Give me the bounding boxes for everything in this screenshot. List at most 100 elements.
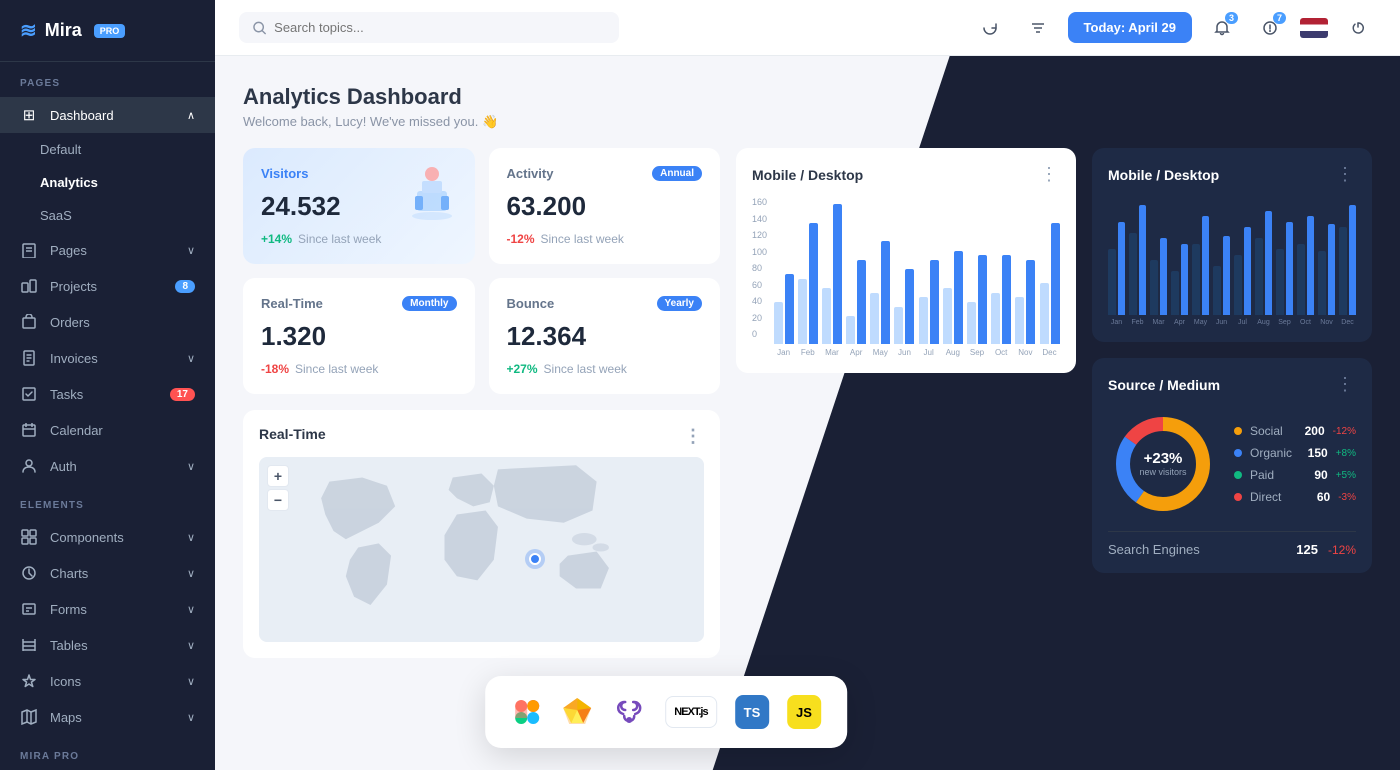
- chart-more-button[interactable]: ⋮: [1040, 164, 1060, 185]
- x-label-jun: Jun: [894, 348, 915, 357]
- sidebar-item-tasks[interactable]: Tasks 17: [0, 376, 215, 412]
- donut-percentage: +23%: [1139, 450, 1186, 467]
- sidebar-item-orders[interactable]: Orders: [0, 304, 215, 340]
- pages-section-label: PAGES: [0, 62, 215, 97]
- pro-badge: PRO: [94, 24, 126, 38]
- logo-icon: ≋: [20, 18, 37, 43]
- chevron-icons: ∨: [187, 675, 195, 688]
- se-label: Search Engines: [1108, 542, 1200, 557]
- map-more-button[interactable]: ⋮: [684, 426, 704, 447]
- sidebar-item-analytics[interactable]: Analytics: [0, 166, 215, 199]
- orders-icon: [20, 313, 38, 331]
- sidebar-item-icons[interactable]: Icons ∨: [0, 663, 215, 699]
- stat-card-bounce: Bounce Yearly 12.364 +27% Since last wee…: [489, 278, 721, 394]
- source-legend: Social 200 -12% Organic 150 +8%: [1234, 424, 1356, 504]
- sidebar-item-default[interactable]: Default: [0, 133, 215, 166]
- redux-logo: [611, 694, 647, 730]
- x-label-mar: Mar: [821, 348, 842, 357]
- components-icon: [20, 528, 38, 546]
- dark-right-panel: Mobile / Desktop ⋮: [1092, 148, 1372, 658]
- date-button[interactable]: Today: April 29: [1068, 12, 1192, 43]
- stat-card-visitors: Visitors 24.532 +14% Since last week: [243, 148, 475, 264]
- visitors-illustration: [397, 156, 467, 231]
- legend-label-organic: Organic: [1250, 446, 1292, 460]
- sidebar-item-maps[interactable]: Maps ∨: [0, 699, 215, 735]
- components-label: Components: [50, 530, 124, 545]
- sidebar-item-forms[interactable]: Forms ∨: [0, 591, 215, 627]
- tables-label: Tables: [50, 638, 88, 653]
- chevron-tables: ∨: [187, 639, 195, 652]
- page-subtitle: Welcome back, Lucy! We've missed you. 👋: [243, 114, 498, 130]
- bounce-change-label: Since last week: [544, 362, 627, 376]
- notifications-button[interactable]: 3: [1204, 10, 1240, 46]
- filter-button[interactable]: [1020, 10, 1056, 46]
- analytics-label: Analytics: [40, 175, 98, 190]
- page-header-left: Analytics Dashboard Welcome back, Lucy! …: [243, 84, 498, 130]
- forms-icon: [20, 600, 38, 618]
- refresh-button[interactable]: [972, 10, 1008, 46]
- bar-jan-desktop: [785, 274, 794, 344]
- realtime-label: Real-Time: [261, 296, 323, 311]
- bounce-badge: Yearly: [657, 296, 702, 311]
- sidebar-item-charts[interactable]: Charts ∨: [0, 555, 215, 591]
- dashboard-icon: ⊞: [20, 106, 38, 124]
- search-input[interactable]: [274, 20, 605, 35]
- pages-nav-label: Pages: [50, 243, 87, 258]
- donut-chart: +23% new visitors: [1108, 409, 1218, 519]
- sidebar-item-auth[interactable]: Auth ∨: [0, 448, 215, 484]
- map-zoom-in[interactable]: +: [267, 465, 289, 487]
- legend-label-social: Social: [1250, 424, 1283, 438]
- sidebar-item-pages[interactable]: Pages ∨: [0, 232, 215, 268]
- language-flag[interactable]: [1300, 18, 1328, 38]
- dark-chart-more[interactable]: ⋮: [1336, 164, 1356, 185]
- search-box[interactable]: [239, 12, 619, 43]
- sidebar-item-components[interactable]: Components ∨: [0, 519, 215, 555]
- map-zoom-out[interactable]: −: [267, 489, 289, 511]
- orders-label: Orders: [50, 315, 90, 330]
- sidebar-item-projects[interactable]: Projects 8: [0, 268, 215, 304]
- dark-bars: [1108, 195, 1356, 315]
- sidebar-item-calendar[interactable]: Calendar: [0, 412, 215, 448]
- map-title: Real-Time: [259, 426, 326, 447]
- sidebar-item-invoices[interactable]: Invoices ∨: [0, 340, 215, 376]
- legend-label-direct: Direct: [1250, 490, 1281, 504]
- sidebar-item-tables[interactable]: Tables ∨: [0, 627, 215, 663]
- pages-icon: [20, 241, 38, 259]
- y-label-0: 0: [752, 329, 767, 339]
- x-label-nov: Nov: [1015, 348, 1036, 357]
- activity-change-label: Since last week: [541, 232, 624, 246]
- bounce-label: Bounce: [507, 296, 555, 311]
- alerts-button[interactable]: 7: [1252, 10, 1288, 46]
- activity-badge: Annual: [652, 166, 702, 181]
- se-change: -12%: [1328, 543, 1356, 557]
- main-area: Today: April 29 3 7: [215, 0, 1400, 770]
- sidebar-item-dashboard[interactable]: ⊞ Dashboard ∧: [0, 97, 215, 133]
- maps-label: Maps: [50, 710, 82, 725]
- map-dot: [529, 553, 541, 565]
- legend-dot-paid: [1234, 471, 1242, 479]
- bar-jan-mobile: [774, 302, 783, 344]
- tables-icon: [20, 636, 38, 654]
- chevron-charts: ∨: [187, 567, 195, 580]
- world-map-svg: [259, 457, 704, 642]
- donut-subtitle: new visitors: [1139, 467, 1186, 478]
- bar-chart-bars: [773, 197, 1060, 344]
- mobile-desktop-chart: Mobile / Desktop ⋮ 160 140 120 100 80: [736, 148, 1076, 373]
- activity-value: 63.200: [507, 191, 703, 222]
- power-button[interactable]: [1340, 10, 1376, 46]
- auth-icon: [20, 457, 38, 475]
- chart-title: Mobile / Desktop: [752, 167, 863, 183]
- notifications-badge: 3: [1225, 12, 1238, 24]
- x-label-sep: Sep: [966, 348, 987, 357]
- sketch-logo: [561, 696, 593, 728]
- bar-chart-x-labels: Jan Feb Mar Apr May Jun Jul Aug Sep Oc: [773, 348, 1060, 357]
- realtime-map-section: Real-Time ⋮ + −: [243, 410, 720, 658]
- x-label-dec: Dec: [1039, 348, 1060, 357]
- source-more-button[interactable]: ⋮: [1336, 374, 1356, 395]
- source-title: Source / Medium: [1108, 377, 1220, 393]
- map-zoom-controls: + −: [267, 465, 289, 511]
- sidebar-item-saas[interactable]: SaaS: [0, 199, 215, 232]
- y-label-80: 80: [752, 263, 767, 273]
- app-name: Mira: [45, 20, 82, 41]
- legend-dot-social: [1234, 427, 1242, 435]
